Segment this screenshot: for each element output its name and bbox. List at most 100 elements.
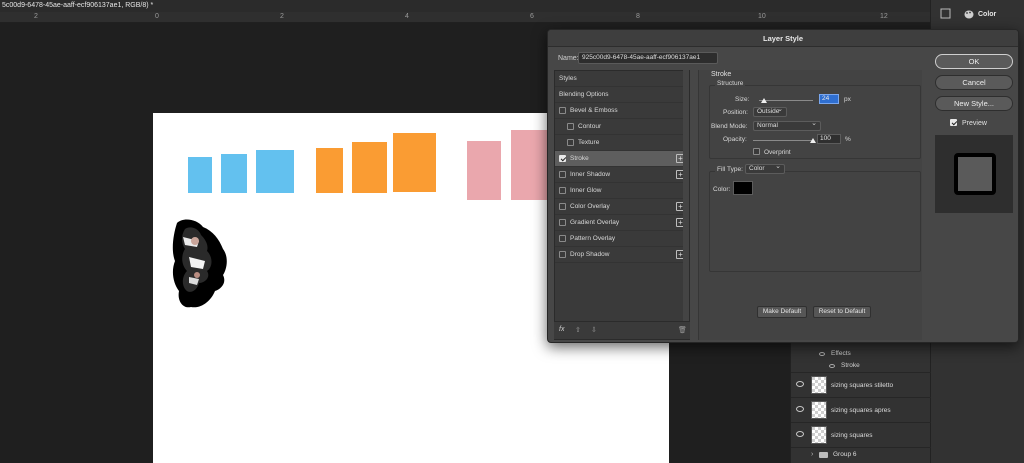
color-panel-label[interactable]: Color: [978, 11, 996, 18]
style-checkbox[interactable]: [559, 219, 566, 226]
reset-to-default-button[interactable]: Reset to Default: [813, 306, 871, 318]
layer-thumbnail: [811, 401, 827, 419]
style-item-inner-glow[interactable]: Inner Glow: [555, 183, 689, 199]
opacity-unit: %: [845, 136, 851, 143]
style-item-label: Stroke: [570, 155, 589, 162]
ruler-tick: 0: [155, 13, 159, 20]
style-checkbox[interactable]: [567, 139, 574, 146]
style-item-label: Inner Glow: [570, 187, 602, 194]
pink-square-small: [467, 141, 501, 200]
position-label: Position:: [723, 109, 748, 116]
dialog-title[interactable]: Layer Style: [548, 30, 1018, 47]
orange-square-medium: [352, 142, 387, 193]
style-item-bevel-emboss[interactable]: Bevel & Emboss: [555, 103, 689, 119]
orange-square-large: [393, 133, 436, 192]
chevron-right-icon[interactable]: ›: [811, 451, 813, 458]
opacity-slider-knob[interactable]: [810, 138, 816, 143]
opacity-label: Opacity:: [723, 136, 747, 143]
trash-icon[interactable]: 🗑: [678, 326, 687, 334]
style-item-label: Texture: [578, 139, 600, 146]
style-checkbox[interactable]: [559, 155, 566, 162]
blue-square-small: [188, 157, 212, 193]
style-item-blending-options[interactable]: Blending Options: [555, 87, 689, 103]
style-item-label: Inner Shadow: [570, 171, 611, 178]
style-item-texture[interactable]: Texture: [555, 135, 689, 151]
document-tab-title[interactable]: 5c00d9-6478-45ae-aaff-ecf906137ae1, RGB/…: [0, 0, 930, 12]
style-checkbox[interactable]: [559, 107, 566, 114]
style-checkbox[interactable]: [559, 235, 566, 242]
opacity-slider-track[interactable]: [753, 140, 813, 141]
color-label: Color:: [713, 186, 731, 193]
position-select[interactable]: Outside: [753, 106, 787, 117]
ruler-tick: 2: [280, 13, 284, 20]
palette-icon[interactable]: [964, 10, 974, 19]
layers-panel: Effects Stroke sizing squares stiletto s…: [790, 330, 931, 463]
folder-icon: [819, 452, 828, 458]
layer-thumbnail: [811, 376, 827, 394]
eye-icon[interactable]: [796, 431, 804, 437]
stroke-effect-eye-icon[interactable]: [829, 364, 835, 368]
size-input[interactable]: 24: [819, 94, 839, 104]
style-item-contour[interactable]: Contour: [555, 119, 689, 135]
eye-icon[interactable]: [796, 406, 804, 412]
name-input[interactable]: 925c00d9-6478-45ae-aaff-ecf906137ae1: [578, 52, 718, 64]
layer-effects-label[interactable]: Effects: [831, 350, 851, 357]
ok-button[interactable]: OK: [935, 54, 1013, 69]
style-item-label: Gradient Overlay: [570, 219, 620, 226]
style-checkbox[interactable]: [559, 203, 566, 210]
eye-icon[interactable]: [796, 381, 804, 387]
style-checkbox[interactable]: [567, 123, 574, 130]
layer-name: sizing squares: [831, 432, 873, 439]
styles-list-footer: fx ⇧ ⇩ 🗑: [554, 321, 690, 339]
group-name: Group 6: [833, 451, 857, 458]
pink-square-large: [511, 130, 551, 200]
style-item-pattern-overlay[interactable]: Pattern Overlay: [555, 231, 689, 247]
ruler-tick: 6: [530, 13, 534, 20]
fill-type-select[interactable]: Color: [745, 163, 785, 174]
style-item-label: Pattern Overlay: [570, 235, 616, 242]
move-up-icon[interactable]: ⇧: [575, 326, 581, 334]
fx-button[interactable]: fx: [559, 326, 564, 333]
effects-eye-icon[interactable]: [819, 352, 825, 356]
preview-checkbox[interactable]: [950, 119, 957, 126]
style-item-label: Contour: [578, 123, 602, 130]
ruler-tick: 2: [34, 13, 38, 20]
style-item-inner-shadow[interactable]: Inner Shadow +: [555, 167, 689, 183]
ruler-tick: 8: [636, 13, 640, 20]
overprint-checkbox[interactable]: [753, 148, 760, 155]
panel-icon[interactable]: [940, 8, 951, 19]
style-item-label: Styles: [559, 75, 577, 82]
cancel-button[interactable]: Cancel: [935, 75, 1013, 90]
top-ruler: 2 0 2 4 6 8 10 12: [0, 12, 930, 23]
size-slider-knob[interactable]: [761, 98, 768, 103]
ruler-tick: 4: [405, 13, 409, 20]
fill-type-label: Fill Type:: [715, 166, 745, 173]
move-down-icon[interactable]: ⇩: [591, 326, 597, 334]
make-default-button[interactable]: Make Default: [757, 306, 807, 318]
layer-group-row[interactable]: › Group 6: [791, 447, 931, 463]
styles-list: Styles Blending Options Bevel & Emboss Cont…: [554, 70, 690, 340]
new-style-button[interactable]: New Style...: [935, 96, 1013, 111]
ruler-tick: 12: [880, 13, 888, 20]
style-item-stroke[interactable]: Stroke +: [555, 151, 689, 167]
style-checkbox[interactable]: [559, 171, 566, 178]
layer-row[interactable]: sizing squares apres: [791, 397, 931, 422]
style-item-drop-shadow[interactable]: Drop Shadow +: [555, 247, 689, 263]
opacity-input[interactable]: 100: [817, 134, 841, 144]
overprint-label: Overprint: [764, 149, 791, 156]
stroke-color-swatch[interactable]: [733, 181, 753, 195]
style-item-color-overlay[interactable]: Color Overlay +: [555, 199, 689, 215]
style-checkbox[interactable]: [559, 251, 566, 258]
photo-cutout-with-stroke[interactable]: [169, 217, 231, 311]
blend-mode-select[interactable]: Normal: [753, 120, 821, 131]
style-item-styles[interactable]: Styles: [555, 71, 689, 87]
styles-scrollbar[interactable]: [683, 70, 689, 322]
layer-row[interactable]: sizing squares: [791, 422, 931, 447]
layer-style-dialog: Layer Style Name: 925c00d9-6478-45ae-aaf…: [547, 29, 1019, 343]
stroke-settings-pane: Stroke Structure Size: 24 px Position: O…: [698, 70, 922, 340]
style-checkbox[interactable]: [559, 187, 566, 194]
layer-row[interactable]: sizing squares stiletto: [791, 372, 931, 397]
stroke-effect-label[interactable]: Stroke: [841, 362, 860, 369]
style-item-label: Bevel & Emboss: [570, 107, 618, 114]
style-item-gradient-overlay[interactable]: Gradient Overlay +: [555, 215, 689, 231]
